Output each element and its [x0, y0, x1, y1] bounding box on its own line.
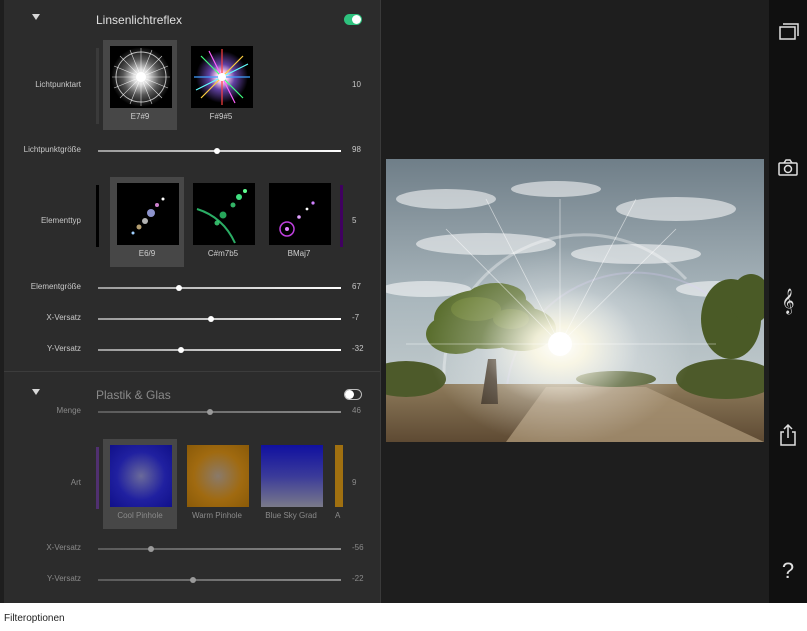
tile-caption: A: [335, 511, 341, 520]
section-divider: [4, 371, 380, 372]
light-point-type-strip[interactable]: E7#9 F#9#5: [96, 40, 343, 130]
tile-caption: Warm Pinhole: [192, 511, 242, 520]
filter-options-panel[interactable]: Linsenlichtreflex Lichtpunktart 10 E7#9 …: [4, 0, 381, 603]
slider-thumb[interactable]: [148, 546, 155, 552]
light-point-size-row: Lichtpunktgröße 98: [4, 144, 380, 158]
lens-flare-title: Linsenlichtreflex: [96, 13, 183, 27]
glass-x-offset-label: X-Versatz: [46, 543, 81, 552]
slider-thumb[interactable]: [207, 316, 214, 322]
glass-x-offset-row: X-Versatz -56: [4, 542, 380, 556]
type-value: 9: [352, 478, 357, 487]
element-size-slider[interactable]: [98, 285, 341, 291]
element-size-row: Elementgröße 67: [4, 281, 380, 295]
right-toolbar: 𝄞 ?: [769, 0, 807, 603]
tile-caption: Blue Sky Grad: [265, 511, 317, 520]
tile-caption: E6/9: [138, 249, 156, 258]
amount-slider[interactable]: [98, 409, 341, 415]
help-icon[interactable]: ?: [775, 558, 801, 584]
toggle-knob: [352, 15, 361, 24]
partial-thumbnail: [335, 445, 343, 507]
strip-edge: [96, 48, 99, 124]
starburst-color-thumbnail: [191, 46, 253, 108]
light-point-type-value: 10: [352, 80, 361, 89]
light-point-tile[interactable]: E7#9: [103, 40, 177, 130]
type-tile[interactable]: Cool Pinhole: [103, 439, 177, 529]
element-type-value: 5: [352, 216, 357, 225]
glass-y-offset-row: Y-Versatz -22: [4, 573, 380, 587]
light-point-size-label: Lichtpunktgröße: [23, 145, 81, 154]
photo-preview[interactable]: [386, 159, 764, 442]
cool-pinhole-thumbnail: [110, 445, 172, 507]
blue-sky-grad-thumbnail: [261, 445, 323, 507]
element-cm7b5-thumbnail: [193, 183, 255, 245]
plastic-glass-toggle[interactable]: [344, 389, 362, 400]
light-point-type-label: Lichtpunktart: [35, 80, 81, 89]
glass-x-offset-value: -56: [352, 543, 364, 552]
glass-y-offset-value: -22: [352, 574, 364, 583]
x-offset-slider[interactable]: [98, 316, 341, 322]
type-strip[interactable]: Cool Pinhole Warm Pinhole Blue Sky Grad …: [96, 439, 343, 529]
strip-edge: [96, 185, 99, 247]
type-tile[interactable]: Blue Sky Grad: [254, 439, 328, 529]
lens-flare-toggle[interactable]: [344, 14, 362, 25]
strip-edge: [96, 447, 99, 509]
glass-x-offset-slider[interactable]: [98, 546, 341, 552]
glass-y-offset-slider[interactable]: [98, 577, 341, 583]
share-icon[interactable]: [775, 422, 801, 448]
element-bmaj7-thumbnail: [269, 183, 331, 245]
figure-caption: Filteroptionen: [4, 613, 65, 624]
slider-thumb[interactable]: [206, 409, 213, 415]
x-offset-row: X-Versatz -7: [4, 312, 380, 326]
slider-thumb[interactable]: [189, 577, 196, 583]
tile-caption: Cool Pinhole: [117, 511, 163, 520]
x-offset-label: X-Versatz: [46, 313, 81, 322]
y-offset-row: Y-Versatz -32: [4, 343, 380, 357]
tile-caption: E7#9: [130, 112, 150, 121]
camera-icon[interactable]: [775, 155, 801, 181]
light-point-size-value: 98: [352, 145, 361, 154]
collapse-triangle-icon[interactable]: [32, 14, 40, 20]
element-type-tile[interactable]: BMaj7: [262, 177, 336, 267]
light-point-tile[interactable]: F#9#5: [184, 40, 258, 130]
element-type-label: Elementtyp: [40, 216, 81, 225]
slider-thumb[interactable]: [176, 285, 183, 291]
collapse-triangle-icon[interactable]: [32, 389, 40, 395]
type-tile[interactable]: A: [328, 439, 343, 529]
y-offset-slider[interactable]: [98, 347, 341, 353]
toggle-knob: [345, 390, 354, 399]
element-size-value: 67: [352, 282, 361, 291]
tile-caption: BMaj7: [287, 249, 311, 258]
amount-value: 46: [352, 406, 361, 415]
starburst-white-thumbnail: [110, 46, 172, 108]
glass-y-offset-label: Y-Versatz: [47, 574, 81, 583]
tile-caption: F#9#5: [209, 112, 233, 121]
plastic-glass-title: Plastik & Glas: [96, 388, 171, 402]
element-size-label: Elementgröße: [30, 282, 81, 291]
strip-edge: [340, 185, 343, 247]
x-offset-value: -7: [352, 313, 360, 322]
slider-thumb[interactable]: [214, 148, 221, 154]
y-offset-label: Y-Versatz: [47, 344, 81, 353]
element-e69-thumbnail: [117, 183, 179, 245]
amount-row: Menge 46: [4, 405, 380, 419]
slider-thumb[interactable]: [177, 347, 184, 353]
lens-flare-header[interactable]: Linsenlichtreflex: [4, 0, 380, 40]
app-window: Linsenlichtreflex Lichtpunktart 10 E7#9 …: [0, 0, 807, 603]
element-type-tile[interactable]: E6/9: [110, 177, 184, 267]
y-offset-value: -32: [352, 344, 364, 353]
type-label: Art: [70, 478, 81, 487]
element-type-strip[interactable]: E6/9 C#m7b5 BMaj7: [96, 177, 343, 267]
treble-clef-icon[interactable]: 𝄞: [775, 289, 801, 315]
light-point-size-slider[interactable]: [98, 148, 341, 154]
tile-caption: C#m7b5: [207, 249, 239, 258]
warm-pinhole-thumbnail: [187, 445, 249, 507]
windows-icon[interactable]: [775, 19, 801, 45]
amount-label: Menge: [56, 406, 81, 415]
type-tile[interactable]: Warm Pinhole: [180, 439, 254, 529]
element-type-tile[interactable]: C#m7b5: [186, 177, 260, 267]
